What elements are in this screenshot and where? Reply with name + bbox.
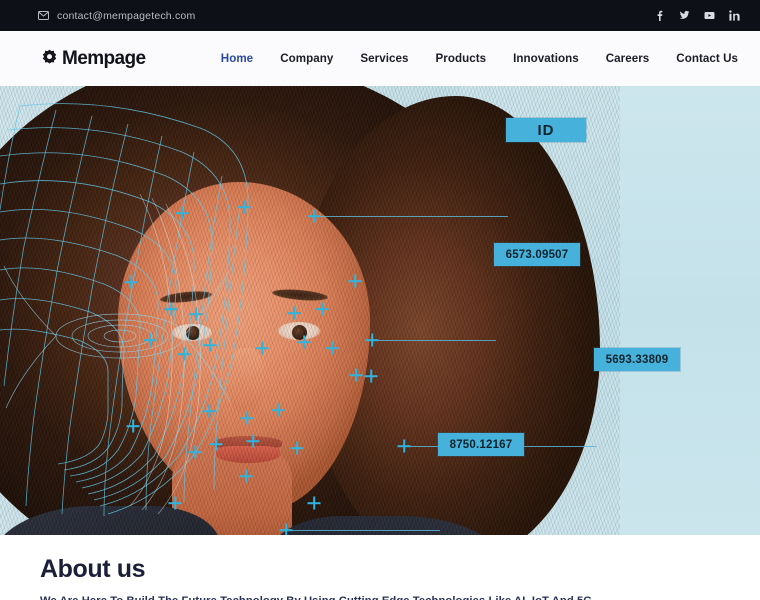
face-landmark-marker bbox=[178, 348, 191, 361]
face-landmark-marker bbox=[308, 497, 321, 510]
nav-item-products[interactable]: Products bbox=[435, 52, 486, 65]
connector-line bbox=[372, 340, 496, 341]
face-landmark-marker bbox=[280, 524, 293, 536]
face-landmark-marker bbox=[288, 307, 301, 320]
value-badge-1: 6573.09507 bbox=[494, 243, 580, 266]
contact-email[interactable]: contact@mempagetech.com bbox=[38, 10, 195, 22]
facebook-icon[interactable] bbox=[654, 10, 665, 21]
face-landmark-marker bbox=[366, 334, 379, 347]
gear-icon bbox=[40, 49, 59, 68]
nav-item-contact-us[interactable]: Contact Us bbox=[676, 52, 738, 65]
face-landmark-marker bbox=[326, 342, 339, 355]
nav-links: Home Company Services Products Innovatio… bbox=[221, 52, 738, 65]
face-landmark-marker bbox=[349, 275, 362, 288]
face-landmark-marker bbox=[398, 440, 411, 453]
face-landmark-marker bbox=[240, 470, 253, 483]
contact-email-text: contact@mempagetech.com bbox=[57, 9, 196, 22]
nav-item-services[interactable]: Services bbox=[360, 52, 408, 65]
page-root: contact@mempagetech.com Mempage Home Com… bbox=[0, 0, 760, 600]
brand-name: Mempage bbox=[62, 48, 146, 69]
face-landmark-marker bbox=[203, 405, 216, 418]
value-badge-2: 5693.33809 bbox=[594, 348, 680, 371]
connector-line bbox=[286, 530, 440, 531]
face-landmark-marker bbox=[365, 370, 378, 383]
connector-line bbox=[318, 216, 508, 217]
face-landmark-marker bbox=[144, 334, 157, 347]
face-landmark-marker bbox=[272, 404, 285, 417]
main-navbar: Mempage Home Company Services Products I… bbox=[0, 31, 760, 86]
face-landmark-marker bbox=[298, 336, 311, 349]
face-landmark-marker bbox=[176, 207, 189, 220]
face-landmark-marker bbox=[291, 442, 304, 455]
nav-item-home[interactable]: Home bbox=[221, 52, 253, 65]
about-title: About us bbox=[40, 555, 146, 583]
face-landmark-marker bbox=[189, 446, 202, 459]
face-landmark-marker bbox=[125, 276, 138, 289]
face-landmark-marker bbox=[169, 497, 182, 510]
face-landmark-marker bbox=[210, 438, 223, 451]
face-landmark-marker bbox=[204, 339, 217, 352]
hero-banner: ID 6573.09507 5693.33809 8750.12167 bbox=[0, 86, 760, 535]
face-landmark-marker bbox=[350, 369, 363, 382]
brand-logo[interactable]: Mempage bbox=[40, 48, 146, 69]
nav-item-careers[interactable]: Careers bbox=[606, 52, 650, 65]
social-links bbox=[654, 10, 740, 21]
face-landmark-marker bbox=[247, 435, 260, 448]
about-section: About us We Are Here To Build The Future… bbox=[0, 535, 760, 600]
linkedin-icon[interactable] bbox=[729, 10, 740, 21]
value-badge-3: 8750.12167 bbox=[438, 433, 524, 456]
face-landmark-marker bbox=[238, 201, 251, 214]
nav-item-innovations[interactable]: Innovations bbox=[513, 52, 579, 65]
twitter-icon[interactable] bbox=[679, 10, 690, 21]
face-landmark-marker bbox=[241, 412, 254, 425]
face-landmark-marker bbox=[316, 303, 329, 316]
face-landmark-marker bbox=[308, 210, 321, 223]
face-mesh-overlay bbox=[0, 103, 249, 517]
face-landmark-marker bbox=[256, 342, 269, 355]
top-bar: contact@mempagetech.com bbox=[0, 0, 760, 31]
about-subtitle: We Are Here To Build The Future Technolo… bbox=[40, 595, 720, 600]
mail-icon bbox=[38, 11, 49, 20]
face-landmark-marker bbox=[127, 420, 140, 433]
face-landmark-marker bbox=[190, 308, 203, 321]
youtube-icon[interactable] bbox=[704, 10, 715, 21]
id-badge: ID bbox=[506, 118, 586, 142]
face-landmark-marker bbox=[165, 303, 178, 316]
nav-item-company[interactable]: Company bbox=[280, 52, 333, 65]
